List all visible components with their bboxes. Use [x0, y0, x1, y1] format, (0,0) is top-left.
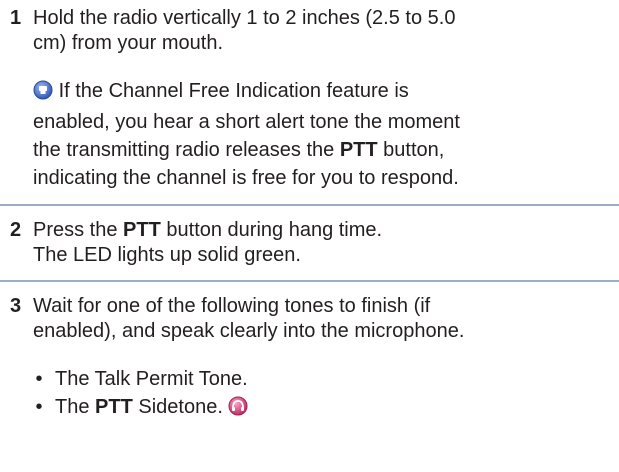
step-text-segment: Press the — [33, 219, 124, 241]
step-instruction: Press the PTT button during hang time. T… — [33, 218, 617, 268]
note-text-segment: button, — [377, 139, 445, 161]
step-number: 1 — [10, 7, 22, 29]
list-item: • The Talk Permit Tone. — [33, 367, 593, 392]
note-text-segment: the transmitting radio releases the — [33, 139, 340, 161]
step-instruction: Wait for one of the following tones to f… — [33, 294, 617, 344]
step-divider — [0, 280, 619, 282]
bullet-marker: • — [35, 396, 43, 418]
note-text-line: enabled, you hear a short alert tone the… — [33, 111, 460, 133]
step-text-segment: button during hang time. — [160, 219, 383, 241]
step-text-line: The LED lights up solid green. — [33, 244, 301, 266]
step-divider — [0, 204, 619, 206]
sidetone-icon — [228, 396, 248, 423]
step-text-line: Hold the radio vertically 1 to 2 inches … — [33, 7, 456, 29]
note-text-line: indicating the channel is free for you t… — [33, 167, 459, 189]
step-number: 2 — [10, 219, 22, 241]
ptt-label: PTT — [95, 396, 133, 418]
step-text-line: cm) from your mouth. — [33, 32, 224, 54]
note-text-line: If the Channel Free Indication feature i… — [58, 80, 409, 102]
step-text-line: Wait for one of the following tones to f… — [33, 295, 431, 317]
step-instruction: Hold the radio vertically 1 to 2 inches … — [33, 6, 617, 56]
bullet-text-segment: Sidetone. — [132, 396, 223, 418]
bullet-marker: • — [35, 368, 43, 390]
bullet-text-segment: The — [55, 396, 96, 418]
list-item: • The PTT Sidetone. — [33, 395, 593, 420]
feature-note-icon — [33, 80, 53, 108]
ptt-label: PTT — [339, 139, 378, 161]
step-number: 3 — [10, 295, 22, 317]
step-text-line: enabled), and speak clearly into the mic… — [33, 320, 465, 342]
ptt-label: PTT — [123, 219, 161, 241]
bullet-text: The Talk Permit Tone. — [55, 368, 248, 390]
